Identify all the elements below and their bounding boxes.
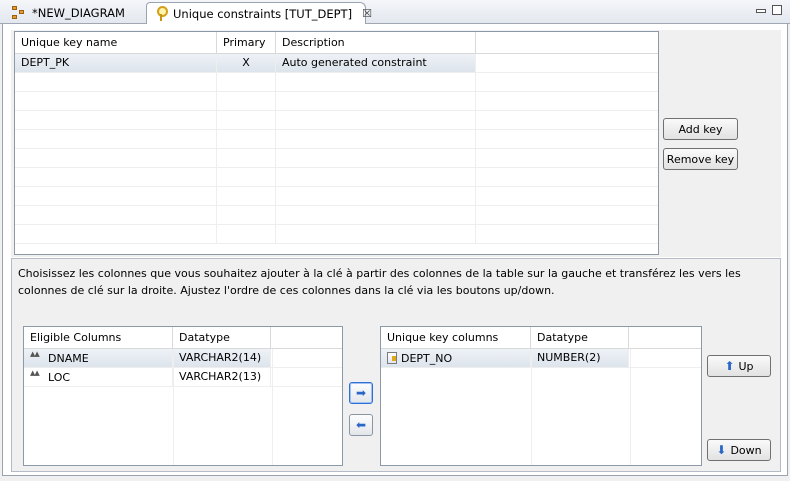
column-icon [30,350,44,363]
empty-row [15,187,658,206]
column-header [476,32,658,53]
datatype-cell: VARCHAR2(13) [173,368,271,386]
arrow-up-icon: ⬆ [724,359,735,373]
instructions-text: Choisissez les colonnes que vous souhait… [18,267,741,297]
empty-row [15,130,658,149]
empty-row [15,92,658,111]
table-row[interactable]: LOC VARCHAR2(13) [24,368,342,387]
tab-unique-constraints[interactable]: Unique constraints [TUT_DEPT] ☒ [146,2,372,24]
column-header[interactable]: Datatype [173,327,271,348]
maximize-icon[interactable] [772,5,782,15]
diagram-icon [12,6,26,20]
column-header[interactable]: Eligible Columns [24,327,173,348]
tab-new-diagram[interactable]: *NEW_DIAGRAM [4,2,146,24]
table-row[interactable]: DEPT_NO NUMBER(2) [381,349,701,368]
datatype-cell: VARCHAR2(14) [173,349,271,367]
key-icon [155,6,168,21]
column-header[interactable]: Description [276,32,476,53]
table-header: Eligible Columns Datatype [24,327,342,349]
column-name: DEPT_NO [401,351,453,365]
unique-keys-panel: Unique key name Primary Description DEPT… [11,30,781,257]
tab-label: Unique constraints [TUT_DEPT] [173,6,353,21]
table-header: Unique key name Primary Description [15,32,658,54]
empty-row [15,149,658,168]
empty-row [15,168,658,187]
move-down-button[interactable]: ⬇ Down [707,439,771,461]
empty-row [15,73,658,92]
datatype-cell: NUMBER(2) [531,349,629,367]
unique-constraints-editor: Unique key name Primary Description DEPT… [2,24,788,476]
primary-key-column-icon [387,352,397,364]
column-header[interactable]: Primary [217,32,276,53]
primary-cell: X [217,54,276,72]
column-header[interactable]: Unique key columns [381,327,531,348]
key-name-cell: DEPT_PK [15,54,217,72]
close-tab-icon[interactable]: ☒ [362,7,372,20]
remove-key-button[interactable]: Remove key [663,148,738,170]
tab-label: *NEW_DIAGRAM [32,6,125,20]
move-up-button[interactable]: ⬆ Up [707,355,771,377]
key-columns-table[interactable]: Unique key columns Datatype DEPT_NO NUMB… [380,326,702,466]
empty-row [15,225,658,244]
table-row[interactable]: DNAME VARCHAR2(14) [24,349,342,368]
button-label: Down [730,443,762,457]
button-label: Up [738,359,754,373]
arrow-right-icon: ➡ [355,386,367,400]
minimize-icon[interactable] [756,9,766,13]
column-name: DNAME [48,351,89,365]
eligible-columns-table[interactable]: Eligible Columns Datatype DNAME VARCHAR2… [23,326,343,466]
remove-column-button[interactable]: ⬅ [349,414,373,436]
column-header[interactable]: Datatype [531,327,629,348]
unique-keys-table[interactable]: Unique key name Primary Description DEPT… [14,31,659,255]
editor-tab-bar: *NEW_DIAGRAM Unique constraints [TUT_DEP… [0,0,790,24]
empty-row [15,206,658,225]
add-column-button[interactable]: ➡ [349,382,373,404]
arrow-left-icon: ⬅ [355,418,367,432]
arrow-down-icon: ⬇ [716,443,727,457]
add-key-button[interactable]: Add key [663,118,738,140]
key-columns-panel: Choisissez les colonnes que vous souhait… [11,258,781,472]
table-row[interactable]: DEPT_PK X Auto generated constraint [15,54,658,73]
column-icon [30,369,44,382]
column-name: LOC [48,370,71,384]
column-header [629,327,701,348]
table-header: Unique key columns Datatype [381,327,701,349]
description-cell: Auto generated constraint [276,54,476,72]
column-header [271,327,342,348]
column-header[interactable]: Unique key name [15,32,217,53]
empty-row [15,111,658,130]
